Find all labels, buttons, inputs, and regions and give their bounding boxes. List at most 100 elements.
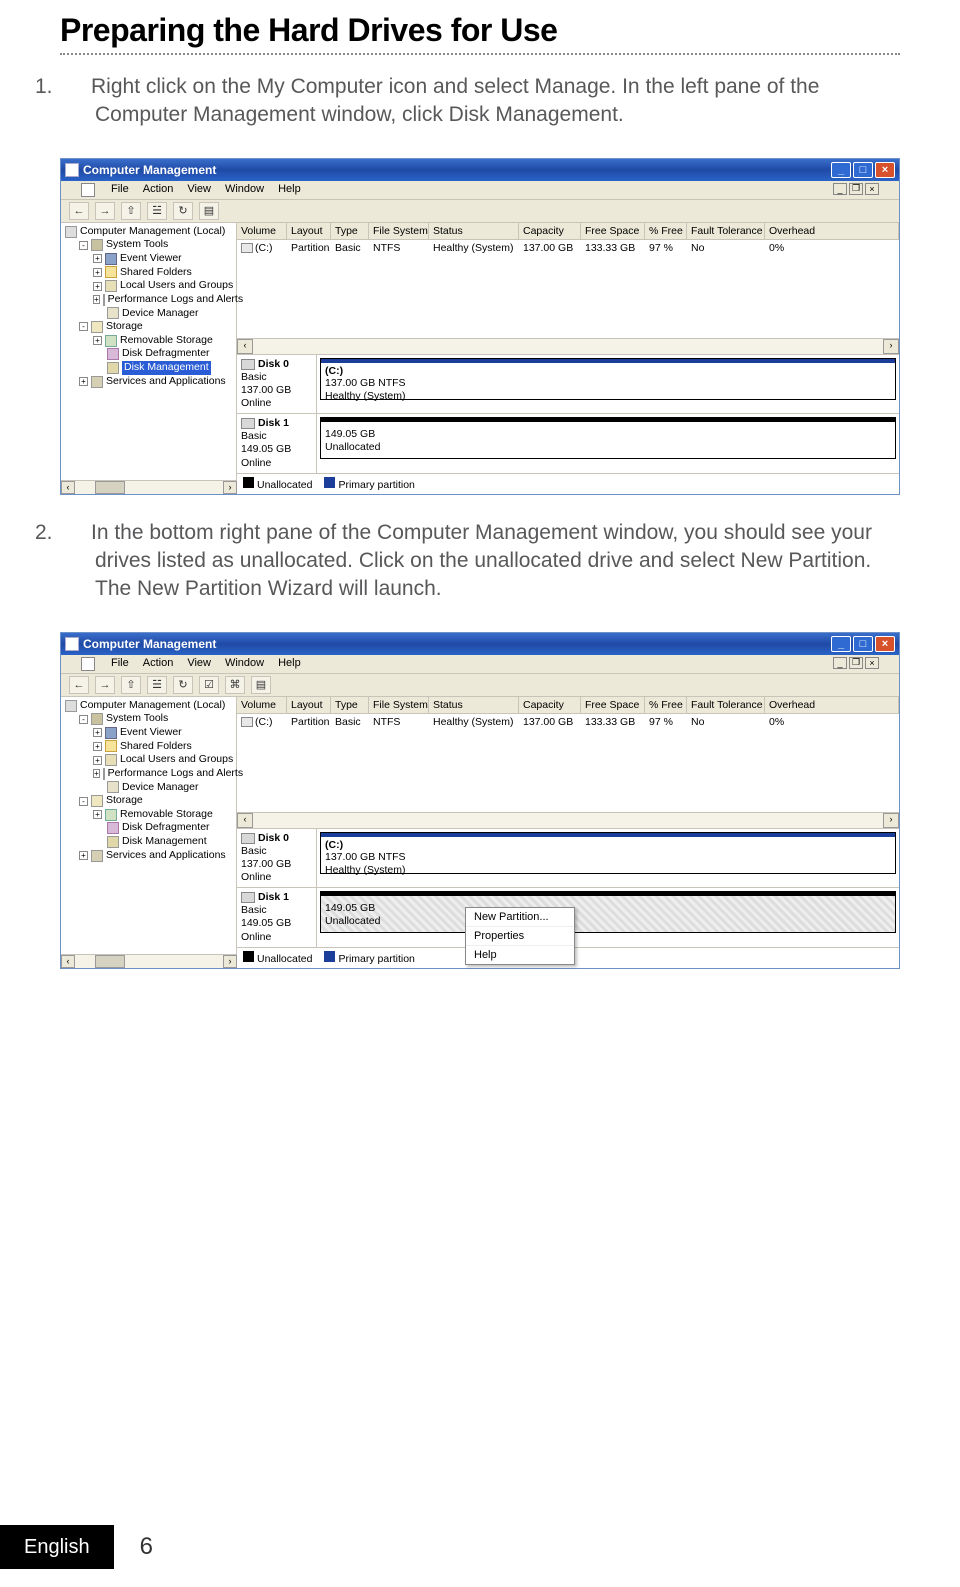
col-filesystem[interactable]: File System [369, 223, 429, 239]
volume-row[interactable]: (C:) Partition Basic NTFS Healthy (Syste… [237, 240, 899, 256]
col-type[interactable]: Type [331, 223, 369, 239]
expand-icon[interactable]: + [79, 851, 88, 860]
tree-event-viewer[interactable]: Event Viewer [120, 252, 182, 266]
volume-list[interactable]: (C:) Partition Basic NTFS Healthy (Syste… [237, 240, 899, 338]
nav-tree[interactable]: Computer Management (Local) -System Tool… [61, 223, 237, 480]
tree-system-tools[interactable]: System Tools [106, 712, 168, 726]
child-restore-button[interactable]: ❐ [849, 657, 863, 669]
minimize-button[interactable]: _ [831, 162, 851, 178]
tree-shared-folders[interactable]: Shared Folders [120, 266, 192, 280]
menu-help[interactable]: Help [278, 183, 301, 197]
col-volume[interactable]: Volume [237, 223, 287, 239]
col-layout[interactable]: Layout [287, 223, 331, 239]
tree-performance[interactable]: Performance Logs and Alerts [108, 293, 243, 307]
refresh-button[interactable]: ↻ [173, 676, 193, 694]
expand-icon[interactable]: - [79, 322, 88, 331]
expand-icon[interactable]: + [93, 742, 102, 751]
tree-disk-defragmenter[interactable]: Disk Defragmenter [122, 821, 210, 835]
col-layout[interactable]: Layout [287, 697, 331, 713]
menu-view[interactable]: View [187, 183, 211, 197]
disk-0-row[interactable]: Disk 0 Basic 137.00 GB Online (C:) 137.0… [237, 355, 899, 415]
scroll-right-icon[interactable]: › [883, 339, 899, 354]
col-volume[interactable]: Volume [237, 697, 287, 713]
scroll-thumb[interactable] [95, 481, 125, 494]
tree-shared-folders[interactable]: Shared Folders [120, 740, 192, 754]
back-button[interactable]: ← [69, 676, 89, 694]
maximize-button[interactable]: □ [853, 636, 873, 652]
tree-disk-management[interactable]: Disk Management [122, 361, 211, 375]
scroll-left-icon[interactable]: ‹ [61, 481, 75, 494]
tree-removable-storage[interactable]: Removable Storage [120, 808, 213, 822]
tree-local-users[interactable]: Local Users and Groups [120, 279, 233, 293]
col-overhead[interactable]: Overhead [765, 697, 899, 713]
tree-performance[interactable]: Performance Logs and Alerts [108, 767, 243, 781]
col-fault[interactable]: Fault Tolerance [687, 223, 765, 239]
menu-file[interactable]: File [111, 657, 129, 671]
toolbar-extra-button[interactable]: ▤ [199, 202, 219, 220]
scroll-left-icon[interactable]: ‹ [237, 813, 253, 828]
expand-icon[interactable]: + [93, 810, 102, 819]
child-minimize-button[interactable]: _ [833, 183, 847, 195]
col-status[interactable]: Status [429, 697, 519, 713]
menu-view[interactable]: View [187, 657, 211, 671]
forward-button[interactable]: → [95, 202, 115, 220]
close-button[interactable]: × [875, 636, 895, 652]
col-pctfree[interactable]: % Free [645, 223, 687, 239]
disk-1-row[interactable]: Disk 1 Basic 149.05 GB Online 149.05 GB … [237, 414, 899, 474]
disk-1-unallocated[interactable]: 149.05 GB Unallocated [321, 892, 895, 932]
menu-item-properties[interactable]: Properties [466, 927, 574, 946]
expand-icon[interactable]: + [93, 268, 102, 277]
col-overhead[interactable]: Overhead [765, 223, 899, 239]
forward-button[interactable]: → [95, 676, 115, 694]
disk-1-unallocated[interactable]: 149.05 GB Unallocated [321, 418, 895, 458]
back-button[interactable]: ← [69, 202, 89, 220]
child-close-button[interactable]: × [865, 657, 879, 669]
scroll-right-icon[interactable]: › [223, 955, 237, 968]
tree-local-users[interactable]: Local Users and Groups [120, 753, 233, 767]
child-restore-button[interactable]: ❐ [849, 183, 863, 195]
tree-storage[interactable]: Storage [106, 320, 143, 334]
menu-window[interactable]: Window [225, 657, 264, 671]
menu-action[interactable]: Action [143, 183, 174, 197]
child-close-button[interactable]: × [865, 183, 879, 195]
menu-file[interactable]: File [111, 183, 129, 197]
tree-services[interactable]: Services and Applications [106, 849, 226, 863]
minimize-button[interactable]: _ [831, 636, 851, 652]
scroll-right-icon[interactable]: › [223, 481, 237, 494]
tree-device-manager[interactable]: Device Manager [122, 307, 198, 321]
tree-disk-defragmenter[interactable]: Disk Defragmenter [122, 347, 210, 361]
expand-icon[interactable]: + [93, 769, 100, 778]
volume-scrollbar[interactable]: ‹ › [237, 338, 899, 354]
toolbar-extra-3[interactable]: ▤ [251, 676, 271, 694]
col-fault[interactable]: Fault Tolerance [687, 697, 765, 713]
volume-list[interactable]: (C:) Partition Basic NTFS Healthy (Syste… [237, 714, 899, 812]
col-status[interactable]: Status [429, 223, 519, 239]
scroll-right-icon[interactable]: › [883, 813, 899, 828]
col-type[interactable]: Type [331, 697, 369, 713]
toolbar-extra-1[interactable]: ☑ [199, 676, 219, 694]
disk-0-partition-c[interactable]: (C:) 137.00 GB NTFS Healthy (System) [321, 359, 895, 399]
expand-icon[interactable]: + [93, 336, 102, 345]
col-capacity[interactable]: Capacity [519, 223, 581, 239]
disk-0-row[interactable]: Disk 0 Basic 137.00 GB Online (C:) 137.0… [237, 829, 899, 889]
tree-scrollbar[interactable]: ‹ › [61, 954, 237, 968]
scroll-left-icon[interactable]: ‹ [61, 955, 75, 968]
titlebar[interactable]: Computer Management _ □ × [61, 159, 899, 181]
tree-services[interactable]: Services and Applications [106, 375, 226, 389]
tree-removable-storage[interactable]: Removable Storage [120, 334, 213, 348]
col-capacity[interactable]: Capacity [519, 697, 581, 713]
expand-icon[interactable]: + [93, 295, 100, 304]
scroll-left-icon[interactable]: ‹ [237, 339, 253, 354]
nav-tree[interactable]: Computer Management (Local) - System Tool… [61, 697, 237, 954]
col-freespace[interactable]: Free Space [581, 697, 645, 713]
toolbar-extra-2[interactable]: ⌘ [225, 676, 245, 694]
properties-button[interactable]: ☱ [147, 676, 167, 694]
tree-disk-management[interactable]: Disk Management [122, 835, 207, 849]
tree-root[interactable]: Computer Management (Local) [80, 699, 225, 713]
menu-item-new-partition[interactable]: New Partition... [466, 908, 574, 927]
col-filesystem[interactable]: File System [369, 697, 429, 713]
tree-storage[interactable]: Storage [106, 794, 143, 808]
refresh-button[interactable]: ↻ [173, 202, 193, 220]
expand-icon[interactable]: - [79, 715, 88, 724]
maximize-button[interactable]: □ [853, 162, 873, 178]
